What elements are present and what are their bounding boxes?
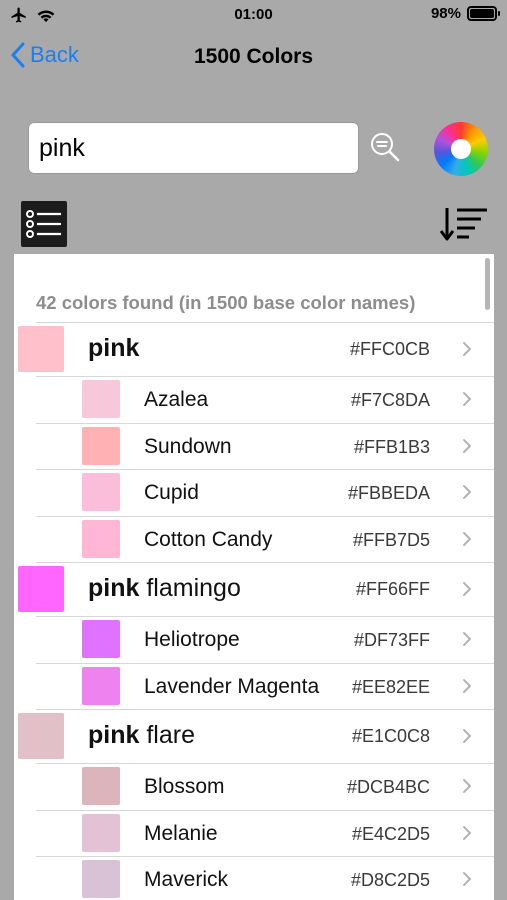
color-hex: #DF73FF [353, 630, 430, 650]
chevron-right-icon [463, 438, 471, 453]
row-divider [36, 662, 494, 664]
color-swatch [82, 666, 120, 705]
base-color-row[interactable]: pink flare #E1C0C8 [14, 709, 494, 763]
color-name: Lavender Magenta [144, 674, 320, 698]
results-list[interactable]: 42 colors found (in 1500 base color name… [14, 254, 494, 900]
chevron-right-icon [463, 632, 471, 646]
color-hex: #FBBEDA [347, 483, 430, 503]
page-title: 1500 Colors [193, 45, 314, 68]
color-name: pink [88, 334, 139, 363]
chevron-right-icon [463, 779, 471, 793]
search-input[interactable] [28, 122, 359, 174]
scrollbar[interactable] [485, 258, 490, 310]
row-divider [36, 422, 494, 424]
row-divider [36, 763, 494, 764]
base-color-row[interactable]: pink #FFC0CB [14, 322, 494, 376]
color-name: Sundown [144, 434, 232, 458]
color-hex: #FF66FF [355, 579, 430, 599]
color-swatch [82, 767, 120, 805]
color-name-match: pink [88, 574, 140, 602]
color-swatch [18, 326, 64, 372]
color-name-match: pink [88, 334, 140, 362]
chevron-right-icon [463, 342, 471, 356]
color-hex: #E1C0C8 [351, 726, 430, 746]
color-name: Blossom [144, 775, 225, 798]
color-swatch [82, 860, 120, 898]
chevron-right-icon [463, 392, 471, 406]
related-color-row[interactable]: Blossom #DCB4BC [14, 763, 494, 810]
row-divider [36, 856, 494, 857]
color-hex: #DCB4BC [346, 777, 430, 797]
color-name: Melanie [144, 821, 218, 845]
list-icon [26, 210, 61, 238]
row-divider [36, 809, 494, 811]
row-divider [36, 322, 494, 323]
color-hex: #FFB1B3 [353, 436, 430, 457]
color-name: pink flare [88, 721, 195, 750]
related-color-row[interactable]: Azalea #F7C8DA [14, 376, 494, 423]
chevron-right-icon [463, 485, 471, 499]
base-color-row[interactable]: pink flamingo #FF66FF [14, 562, 494, 616]
color-swatch [82, 380, 120, 418]
color-swatch [82, 473, 120, 511]
related-color-row[interactable]: Heliotrope #DF73FF [14, 616, 494, 663]
sort-icon [439, 208, 487, 241]
row-divider [36, 562, 494, 563]
status-right: 98% [430, 5, 500, 22]
related-color-row[interactable]: Melanie #E4C2D5 [14, 809, 494, 857]
row-divider [36, 709, 494, 710]
color-swatch [82, 519, 120, 558]
color-hex: #F7C8DA [350, 390, 430, 410]
color-hex: #D8C2D5 [350, 870, 430, 890]
chevron-right-icon [463, 825, 471, 840]
color-name-match: pink [88, 721, 140, 749]
chevron-right-icon [463, 729, 471, 743]
color-name: Maverick [144, 868, 229, 891]
related-color-row[interactable]: Maverick #D8C2D5 [14, 856, 494, 900]
row-divider [36, 616, 494, 617]
chevron-right-icon [463, 582, 471, 596]
search-button[interactable] [368, 130, 402, 164]
color-swatch [18, 713, 64, 759]
row-divider [36, 376, 494, 377]
battery-percent: 98% [430, 5, 461, 22]
row-divider [36, 469, 494, 470]
color-name-rest: flare [139, 721, 195, 749]
color-name: Cotton Candy [144, 527, 273, 551]
color-hex: #FFB7D5 [352, 529, 430, 550]
related-color-row[interactable]: Sundown #FFB1B3 [14, 422, 494, 470]
battery-icon [467, 6, 500, 21]
related-color-row[interactable]: Lavender Magenta #EE82EE [14, 662, 494, 710]
row-divider [36, 515, 494, 517]
color-name-rest: flamingo [139, 574, 241, 602]
color-swatch [82, 620, 120, 658]
color-hex: #EE82EE [351, 676, 430, 697]
color-hex: #E4C2D5 [351, 823, 430, 844]
chevron-right-icon [463, 678, 471, 693]
related-color-row[interactable]: Cotton Candy #FFB7D5 [14, 515, 494, 563]
color-name: Cupid [144, 481, 199, 504]
color-wheel-icon[interactable] [434, 122, 488, 176]
color-swatch [18, 566, 64, 612]
color-swatch [82, 426, 120, 465]
sort-button[interactable] [439, 205, 489, 243]
list-button[interactable] [21, 201, 67, 247]
color-name: Heliotrope [144, 628, 240, 651]
color-swatch [82, 813, 120, 852]
color-hex: #FFC0CB [349, 339, 430, 359]
chevron-right-icon [463, 531, 471, 546]
chevron-right-icon [463, 872, 471, 886]
battery-level [470, 9, 494, 18]
navigation-bar: Back 1500 Colors [0, 30, 507, 86]
related-color-row[interactable]: Cupid #FBBEDA [14, 469, 494, 516]
status-bar: 01:00 98% [0, 0, 507, 30]
color-name: pink flamingo [88, 574, 241, 603]
color-name: Azalea [144, 388, 209, 411]
search-icon [371, 133, 400, 162]
results-count: 42 colors found (in 1500 base color name… [36, 292, 416, 313]
